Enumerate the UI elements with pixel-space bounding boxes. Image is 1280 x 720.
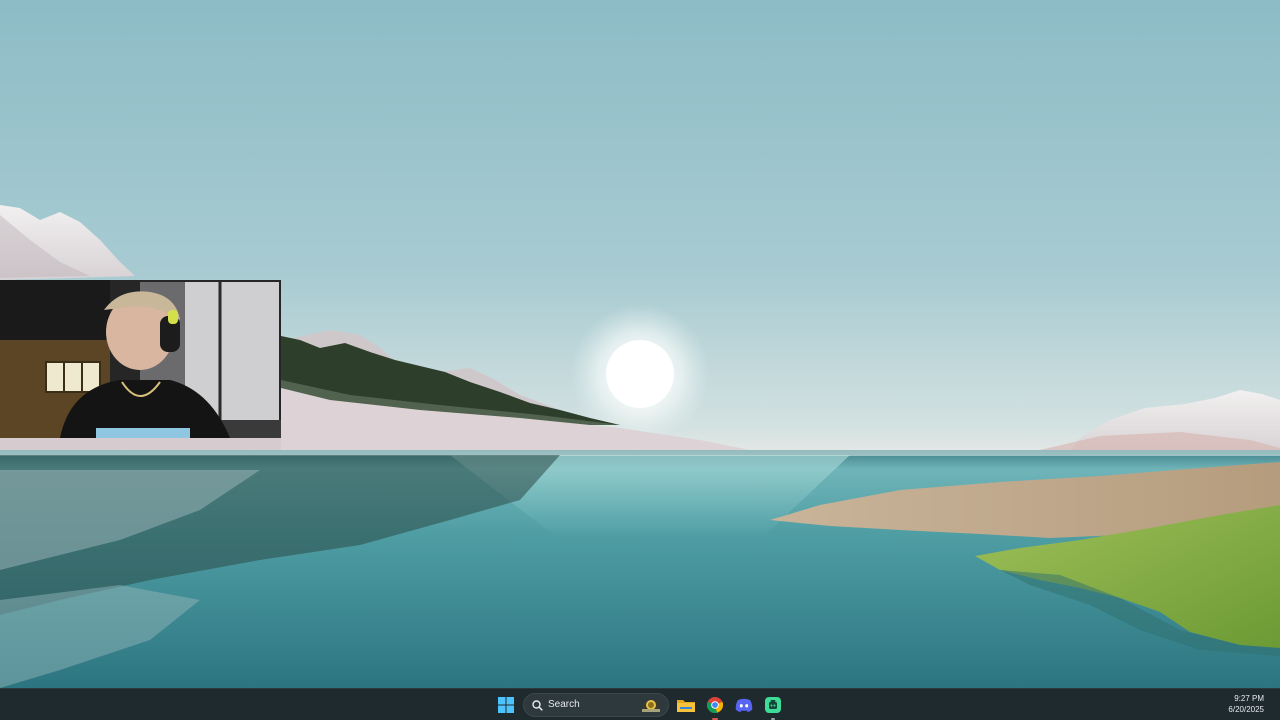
clock-date: 6/20/2025 <box>1228 705 1264 714</box>
webcam-feed <box>0 280 281 438</box>
search-icon <box>532 700 543 711</box>
search-highlight-icon <box>642 700 660 712</box>
search-label: Search <box>548 699 580 710</box>
app-icon[interactable] <box>761 693 785 720</box>
webcam-overlay <box>0 280 281 438</box>
clock-time: 9:27 PM <box>1234 694 1264 703</box>
taskbar-search-box[interactable]: Search <box>523 693 669 717</box>
green-app-icon <box>765 697 781 713</box>
folder-icon <box>677 699 695 712</box>
chrome-icon[interactable] <box>703 693 727 720</box>
system-clock[interactable]: 9:27 PM 6/20/2025 <box>1194 693 1264 715</box>
desktop[interactable] <box>0 0 1280 688</box>
file-explorer-icon[interactable] <box>674 693 698 717</box>
discord-logo-icon <box>735 698 753 712</box>
discord-icon[interactable] <box>732 693 756 717</box>
taskbar: Search 9:27 PM 6/20/2025 <box>0 688 1280 720</box>
windows-logo-icon <box>498 697 514 713</box>
chrome-logo-icon <box>707 697 723 713</box>
windows-start-icon[interactable] <box>494 693 518 717</box>
